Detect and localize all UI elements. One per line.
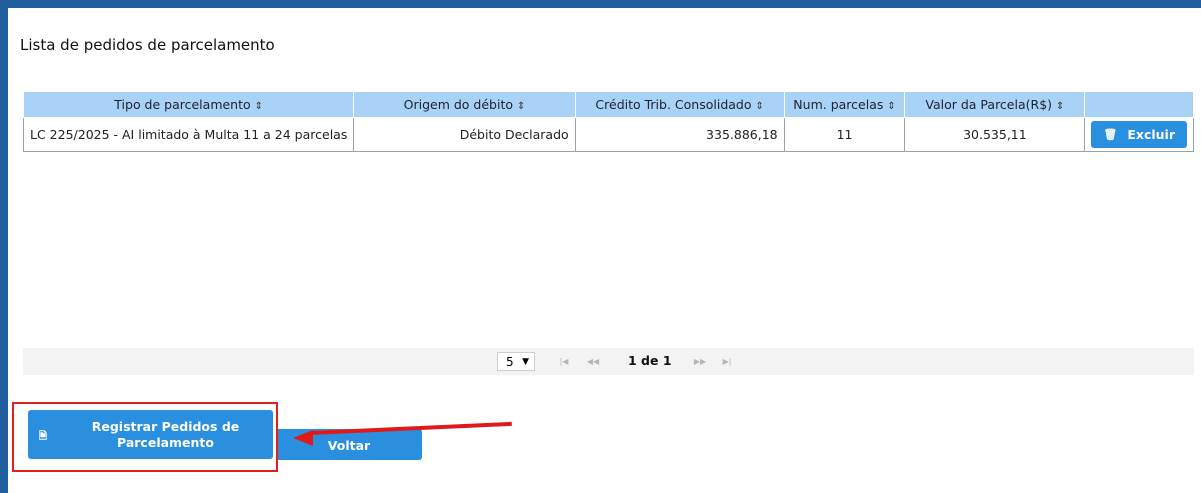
cell-origem: Débito Declarado (353, 117, 576, 152)
last-page-icon[interactable]: ▶| (716, 354, 738, 369)
col-header-label: Origem do débito (403, 97, 513, 112)
sort-icon: ⇕ (1056, 101, 1065, 112)
cell-num-parcelas: 11 (783, 117, 906, 152)
col-header-num-parcelas[interactable]: Num. parcelas ⇕ (783, 91, 906, 118)
col-header-label: Tipo de parcelamento (114, 97, 251, 112)
col-header-credito[interactable]: Crédito Trib. Consolidado ⇕ (574, 91, 785, 118)
first-page-icon[interactable]: |◀ (553, 354, 575, 369)
cell-valor-parcela: 30.535,11 (904, 117, 1086, 152)
col-header-actions (1084, 91, 1194, 118)
col-header-label: Valor da Parcela(R$) (925, 97, 1053, 112)
current-page: 1 de 1 (628, 353, 672, 368)
col-header-label: Crédito Trib. Consolidado (595, 97, 752, 112)
col-header-valor-parcela[interactable]: Valor da Parcela(R$) ⇕ (904, 91, 1086, 118)
annotation-highlight-box (12, 402, 278, 472)
orders-table: Tipo de parcelamento ⇕ Origem do débito ⇕ … (22, 91, 1194, 152)
delete-button-label: Excluir (1127, 127, 1175, 142)
paginator: 5 ▼ |◀ ◀◀ 1 de 1 ▶▶ ▶| (23, 348, 1194, 375)
back-button-label: Voltar (327, 438, 371, 453)
col-header-origem[interactable]: Origem do débito ⇕ (353, 91, 576, 118)
sort-icon: ⇕ (755, 101, 764, 112)
table-header-row: Tipo de parcelamento ⇕ Origem do débito ⇕ … (22, 91, 1194, 118)
chevron-down-icon: ▼ (522, 357, 529, 367)
annotation-arrow-head (293, 430, 313, 446)
trash-icon: 🗑 (1103, 128, 1118, 141)
prev-page-icon[interactable]: ◀◀ (582, 354, 604, 369)
col-header-tipo[interactable]: Tipo de parcelamento ⇕ (22, 91, 355, 118)
sort-icon: ⇕ (517, 101, 526, 112)
sort-icon: ⇕ (887, 101, 896, 112)
rows-per-page-select[interactable]: 5 ▼ (497, 352, 535, 371)
table-row: LC 225/2025 - AI limitado à Multa 11 a 2… (22, 117, 1194, 152)
cell-tipo: LC 225/2025 - AI limitado à Multa 11 a 2… (22, 117, 355, 152)
sort-icon: ⇕ (254, 101, 264, 112)
cell-credito: 335.886,18 (574, 117, 785, 152)
cell-actions: 🗑 Excluir (1084, 117, 1194, 152)
rows-per-page-value: 5 (506, 355, 514, 369)
col-header-label: Num. parcelas (793, 97, 884, 112)
next-page-icon[interactable]: ▶▶ (689, 354, 711, 369)
delete-button[interactable]: 🗑 Excluir (1091, 121, 1187, 148)
main-panel: Lista de pedidos de parcelamento Tipo de… (8, 8, 1201, 493)
page-title: Lista de pedidos de parcelamento (20, 36, 275, 54)
